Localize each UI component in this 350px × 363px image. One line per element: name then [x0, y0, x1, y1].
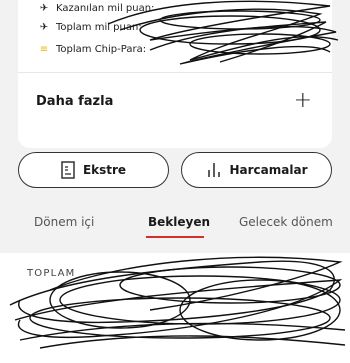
more-toggle[interactable]: Daha fazla + [18, 84, 332, 118]
divider [18, 72, 332, 73]
tab-pending[interactable]: Bekleyen [148, 215, 210, 229]
plane-icon: ✈ [39, 21, 49, 33]
total-chip-para-label: Toplam Chip-Para: [56, 43, 147, 55]
earned-miles-label: Kazanılan mil puan: [56, 2, 155, 14]
total-miles-row: ✈ Toplam mil puan: [38, 19, 142, 35]
active-tab-indicator [146, 236, 204, 238]
document-icon [61, 161, 75, 179]
statement-button[interactable]: Ekstre [18, 152, 169, 188]
total-miles-label: Toplam mil puan: [56, 21, 142, 33]
spending-label: Harcamalar [229, 163, 308, 177]
spending-button[interactable]: Harcamalar [181, 152, 332, 188]
earned-miles-row: ✈ Kazanılan mil puan: [38, 0, 155, 16]
plane-icon: ✈ [39, 2, 49, 14]
total-chip-para-row: ≡ Toplam Chip-Para: [38, 41, 146, 57]
tab-current-period[interactable]: Dönem içi [34, 215, 94, 229]
more-label: Daha fazla [36, 93, 114, 109]
totals-heading: TOPLAM [27, 268, 76, 279]
tab-next-period[interactable]: Gelecek dönem [239, 215, 333, 229]
chip-coin-icon: ≡ [39, 43, 49, 55]
bar-chart-icon [207, 163, 220, 177]
statement-label: Ekstre [82, 163, 127, 177]
plus-icon: + [293, 88, 312, 113]
